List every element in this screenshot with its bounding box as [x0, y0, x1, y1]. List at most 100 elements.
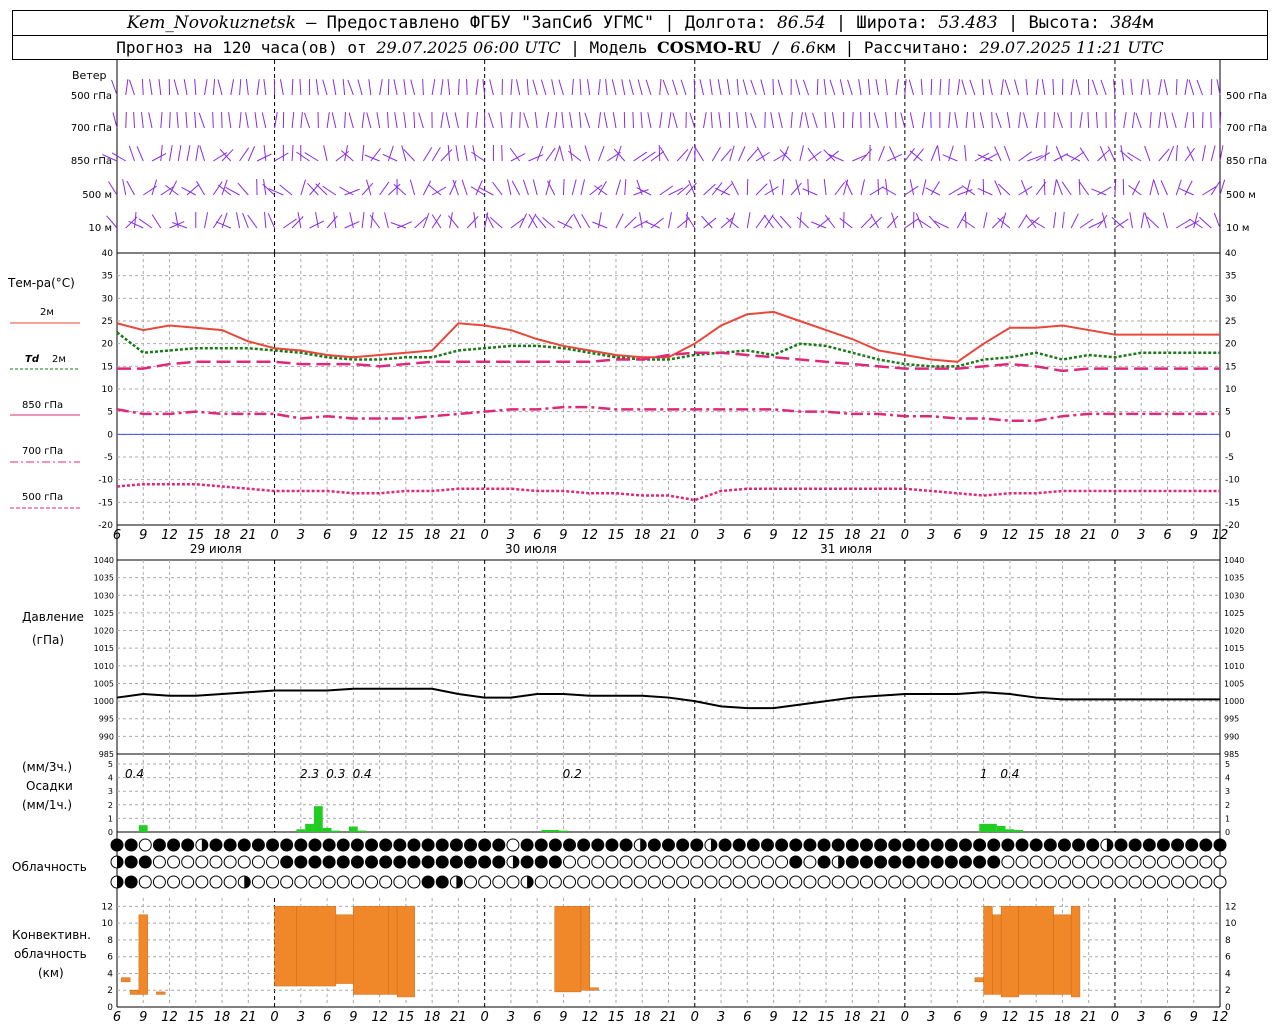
cloud-symbol-r1-33: [577, 855, 591, 869]
precip-ytick-l-4: 4: [108, 774, 113, 783]
cloud-symbol-r0-29: [520, 838, 534, 852]
wind-barb-1-8: [185, 112, 188, 129]
wind-barb-2-40: [463, 145, 468, 162]
cloud-symbol-r2-33: [577, 875, 591, 889]
cloud-symbol-r2-3: [152, 875, 166, 889]
time-label-bottom-99: 9: [980, 1010, 988, 1024]
wind-barb-0-28: [357, 79, 363, 96]
cloud-symbol-r0-3: [152, 838, 166, 852]
temp-ytick-l--10: -10: [98, 476, 113, 486]
cloud-symbol-r0-61: [973, 838, 987, 852]
wind-barb-0-88: [884, 79, 888, 96]
cloud-symbol-r0-47: [775, 838, 789, 852]
cloud-symbol-r1-5: [181, 855, 195, 869]
wind-barb-4-40: [466, 216, 479, 229]
wind-barb-0-50: [551, 79, 556, 96]
wind-barb-1-88: [885, 112, 888, 129]
wind-barb-1-26: [344, 111, 346, 129]
wind-barb-4-90: [904, 218, 919, 229]
temp-ytick-l-5: 5: [107, 408, 113, 418]
wind-barb-3-78: [795, 179, 801, 196]
time-label-top-102: 12: [1002, 528, 1019, 543]
cloud-symbol-r0-66: [1043, 838, 1057, 852]
time-label-bottom-75: 9: [769, 1010, 777, 1024]
precip-bar-10: [559, 830, 568, 832]
legend-2m: 2м: [40, 307, 54, 318]
wind-barb-2-55: [598, 145, 605, 162]
time-label-top-42: 0: [481, 528, 489, 543]
precip-ytick-r-4: 4: [1225, 774, 1230, 783]
wind-barb-3-111: [1079, 181, 1090, 196]
cloud-symbol-r0-27: [492, 838, 506, 852]
press-ytick-l-1010: 1010: [94, 662, 114, 671]
cloud-title: Облачность: [12, 860, 87, 874]
cloud-symbol-r0-58: [930, 838, 944, 852]
cloud-symbol-r2-35: [605, 875, 619, 889]
wind-barb-1-66: [689, 112, 696, 129]
wind-barb-1-25: [331, 112, 337, 129]
wind-barb-2-26: [344, 145, 349, 162]
wind-barb-3-42: [470, 186, 485, 196]
press-ytick-l-1035: 1035: [94, 574, 114, 583]
wind-barb-2-5: [160, 145, 163, 162]
wind-barb-0-72: [742, 79, 748, 96]
time-label-top-15: 21: [240, 528, 257, 543]
wind-barb-0-106: [1041, 79, 1046, 96]
wind-barb-3-100: [977, 188, 993, 196]
cloud-symbol-r0-33: [577, 838, 591, 852]
wind-barb-0-5: [158, 79, 162, 96]
wind-barb-0-104: [1025, 79, 1028, 96]
wind-barb-4-126: [1213, 212, 1221, 229]
wind-barb-2-65: [685, 146, 694, 162]
cloud-symbol-r1-6: [195, 855, 209, 869]
wind-barb-0-71: [736, 79, 740, 96]
wind-barb-0-115: [1121, 79, 1125, 96]
cloud-symbol-r1-57: [916, 855, 930, 869]
wind-barb-3-34: [409, 179, 416, 196]
wind-barb-4-101: [1000, 212, 1007, 229]
cloud-symbol-r0-32: [563, 838, 577, 852]
wind-barb-1-112: [1095, 112, 1098, 129]
temp-ytick-l-30: 30: [102, 294, 114, 304]
cloud-symbol-r0-14: [308, 838, 322, 852]
cloud-symbol-r2-29-half: [527, 876, 534, 888]
wind-barb-2-93: [930, 145, 938, 162]
wind-barb-1-92: [921, 112, 926, 129]
temp-ytick-l--20: -20: [98, 521, 113, 531]
wind-barb-0-81: [823, 79, 827, 96]
wind-barb-1-87: [873, 112, 880, 129]
wind-barb-0-16: [256, 79, 260, 96]
cloud-symbol-r0-67: [1057, 838, 1071, 852]
wind-barb-0-86: [867, 79, 871, 96]
wind-barb-4-117: [1140, 212, 1145, 229]
precip-bar-8: [541, 829, 551, 832]
temp-ytick-r-5: 5: [1225, 408, 1231, 418]
wind-barb-1-75: [770, 112, 775, 129]
time-label-top-63: 21: [660, 528, 677, 543]
wind-barb-0-74: [760, 79, 766, 96]
wind-barb-4-82: [824, 214, 836, 229]
cloud-symbol-r0-48: [789, 838, 803, 852]
cloud-symbol-r2-63: [1001, 875, 1015, 889]
cloud-symbol-r1-64: [1015, 855, 1029, 869]
wind-barb-0-19: [279, 79, 284, 96]
time-label-top-72: 6: [743, 528, 751, 543]
legend-700: 700 гПа: [22, 446, 63, 457]
wind-barb-1-90: [900, 112, 906, 129]
cloud-symbol-r2-74: [1156, 875, 1170, 889]
cloud-symbol-r2-23: [435, 875, 449, 889]
wind-barb-1-96: [954, 112, 958, 129]
wind-barb-4-67: [703, 217, 717, 229]
wind-barb-1-62: [659, 112, 663, 129]
wind-barb-0-8: [183, 79, 188, 96]
wind-barb-2-48: [536, 145, 544, 162]
wind-barb-0-10: [204, 79, 208, 96]
time-label-bottom-114: 0: [1111, 1010, 1119, 1024]
wind-barb-4-5: [151, 214, 162, 229]
cloud-symbol-r2-0-half: [117, 876, 123, 888]
wind-barb-0-69: [717, 79, 722, 96]
conv-block-15: [992, 914, 1002, 995]
cloud-symbol-r2-59: [944, 875, 958, 889]
cloud-symbol-r1-52: [845, 855, 859, 869]
cloud-symbol-r2-50: [817, 875, 831, 889]
